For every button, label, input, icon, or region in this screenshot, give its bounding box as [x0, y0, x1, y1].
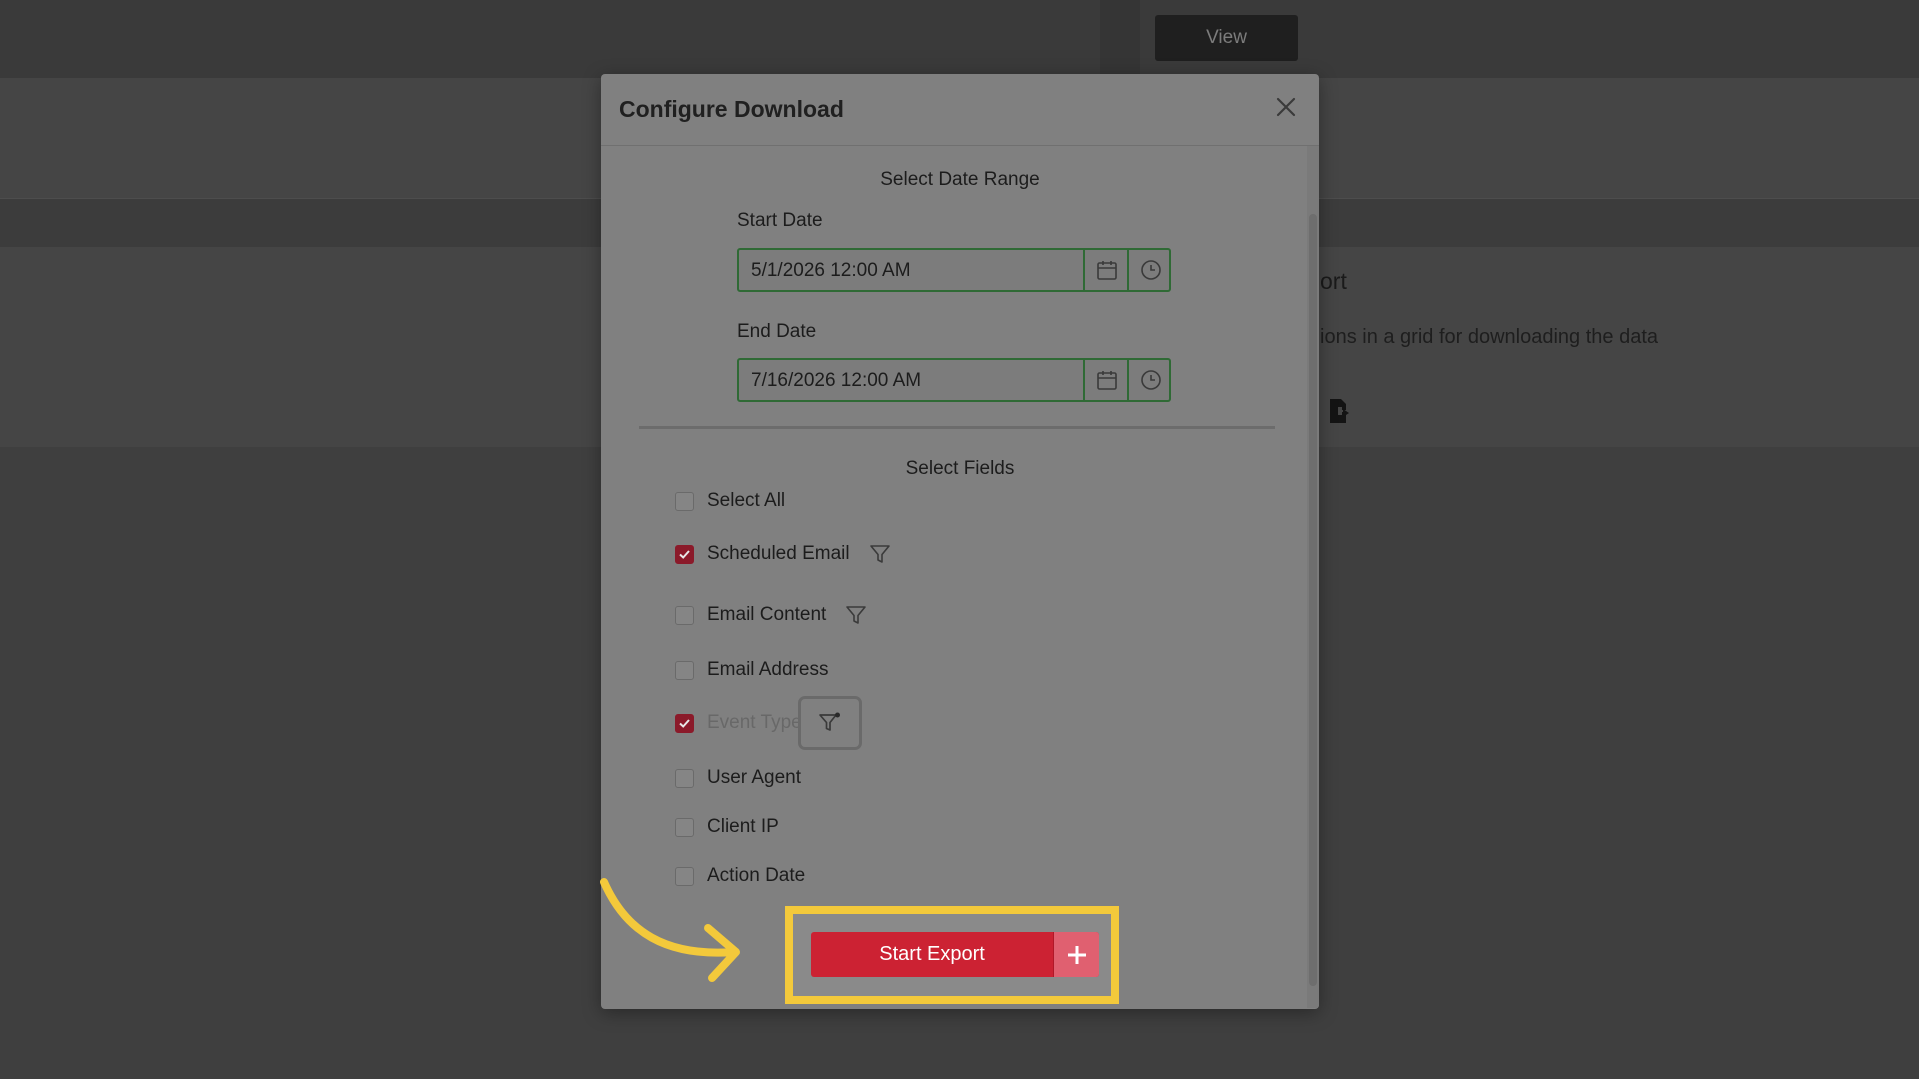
end-date-calendar-button[interactable] — [1083, 360, 1129, 400]
checkmark-icon — [679, 718, 690, 728]
scheduled-email-checkbox[interactable] — [675, 544, 694, 564]
client-ip-checkbox[interactable] — [675, 817, 694, 837]
field-row-scheduled-email: Scheduled Email — [675, 540, 892, 568]
dialog-title: Configure Download — [619, 96, 844, 122]
section-divider — [639, 426, 1275, 429]
fields-heading: Select Fields — [905, 458, 1015, 479]
field-label: Select All — [707, 490, 786, 511]
background-card-title: ort — [1320, 268, 1347, 294]
background-topbar — [0, 0, 1919, 78]
email-address-checkbox[interactable] — [675, 660, 694, 680]
field-label: User Agent — [707, 767, 801, 788]
curved-arrow-icon — [600, 878, 740, 982]
filter-icon[interactable] — [844, 603, 868, 627]
field-label: Email Address — [707, 659, 829, 680]
scrollbar-thumb[interactable] — [1309, 214, 1317, 986]
field-row-user-agent: User Agent — [675, 764, 801, 792]
start-date-label: Start Date — [737, 210, 823, 231]
user-agent-checkbox[interactable] — [675, 768, 694, 788]
field-row-client-ip: Client IP — [675, 813, 779, 841]
export-file-icon[interactable] — [1328, 398, 1352, 424]
start-export-add-button[interactable] — [1053, 932, 1099, 977]
background-divider — [1100, 0, 1140, 78]
plus-icon — [1067, 945, 1086, 964]
start-date-calendar-button[interactable] — [1083, 250, 1129, 290]
filter-icon[interactable] — [868, 542, 892, 566]
clock-icon — [1141, 260, 1161, 280]
start-date-picker[interactable] — [737, 248, 1171, 292]
filter-add-icon — [819, 712, 840, 731]
field-label: Scheduled Email — [707, 543, 850, 564]
field-row-event-type: Event Type — [675, 709, 802, 737]
start-export-label: Start Export — [879, 943, 985, 965]
calendar-icon — [1097, 371, 1117, 390]
field-label: Event Type — [707, 712, 802, 733]
field-label: Client IP — [707, 816, 779, 837]
date-range-heading: Select Date Range — [880, 169, 1040, 190]
end-date-time-button[interactable] — [1127, 360, 1173, 400]
close-icon[interactable] — [1271, 92, 1301, 122]
start-date-input[interactable] — [751, 260, 1071, 282]
view-button[interactable]: View — [1155, 15, 1298, 61]
field-row-email-content: Email Content — [675, 601, 868, 629]
event-type-filter-button[interactable] — [798, 696, 862, 750]
background-card-description: ions in a grid for downloading the data — [1320, 326, 1659, 348]
email-content-checkbox[interactable] — [675, 605, 694, 625]
dialog-header: Configure Download — [601, 74, 1319, 146]
start-date-time-button[interactable] — [1127, 250, 1173, 290]
field-row-email-address: Email Address — [675, 656, 828, 684]
end-date-input[interactable] — [751, 370, 1071, 392]
clock-icon — [1141, 370, 1161, 390]
calendar-icon — [1097, 261, 1117, 280]
configure-download-dialog: Configure Download Select Date Range Sta… — [601, 74, 1319, 1009]
end-date-picker[interactable] — [737, 358, 1171, 402]
event-type-checkbox[interactable] — [675, 713, 694, 733]
start-export-button[interactable]: Start Export — [811, 932, 1099, 977]
select-all-checkbox[interactable] — [675, 491, 694, 511]
end-date-label: End Date — [737, 321, 817, 342]
field-row-select-all: Select All — [675, 487, 785, 515]
field-label: Email Content — [707, 604, 827, 625]
checkmark-icon — [679, 549, 690, 559]
